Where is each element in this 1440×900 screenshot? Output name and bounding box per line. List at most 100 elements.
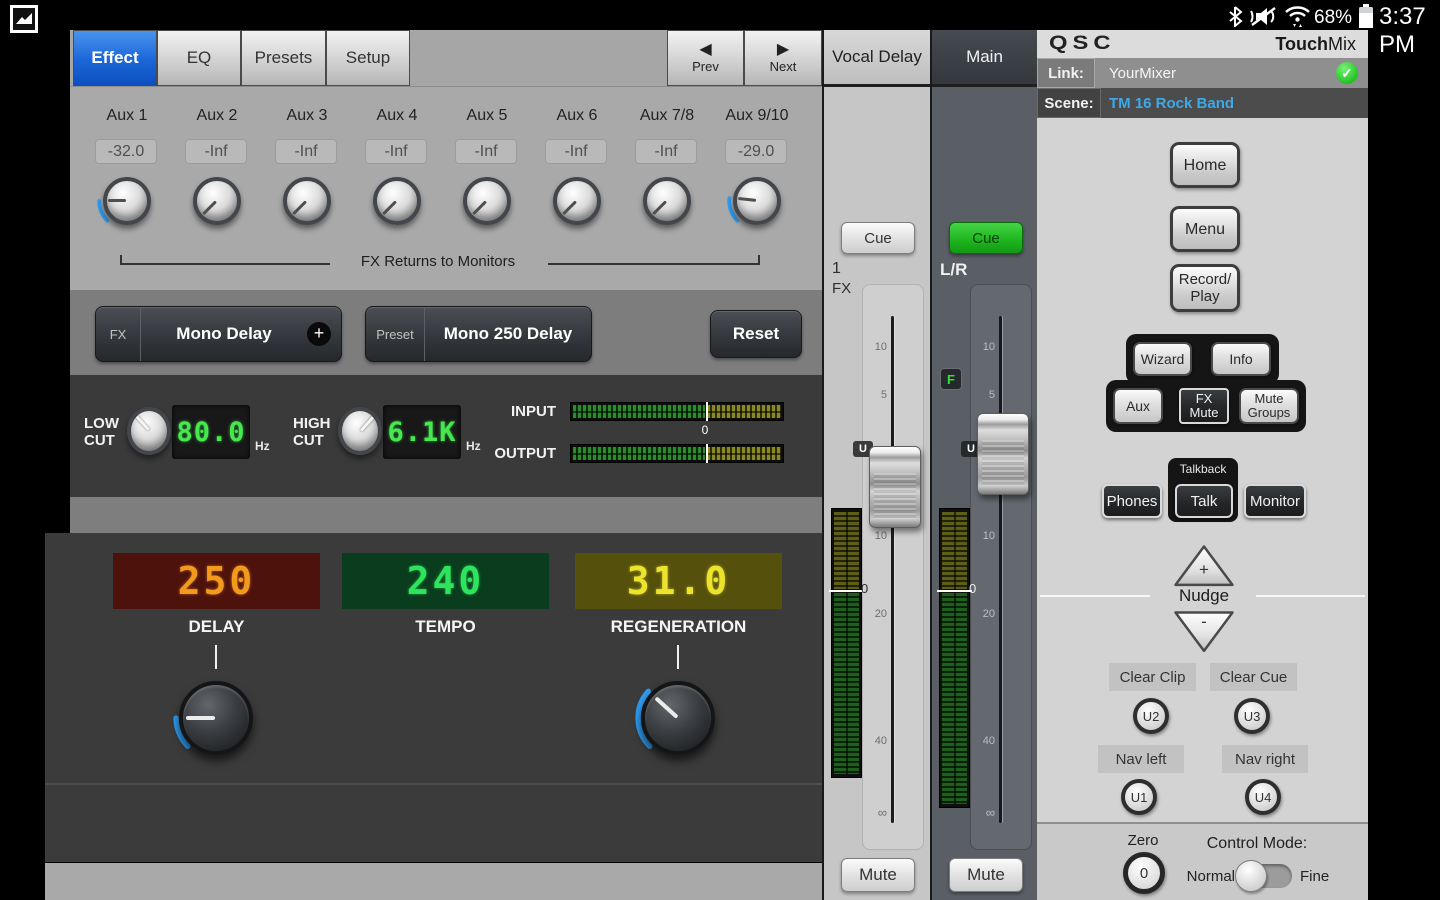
preset-value: Mono 250 Delay <box>425 324 591 344</box>
nudge-down-button[interactable]: - <box>1173 610 1235 652</box>
fx-returns-bracket-right <box>548 255 760 265</box>
main-meter-zero: 0 <box>969 581 976 596</box>
regeneration-label: REGENERATION <box>575 617 782 637</box>
aux-4-value[interactable]: -Inf <box>365 139 427 164</box>
aux-3-value[interactable]: -Inf <box>275 139 337 164</box>
zero-label: Zero <box>1113 832 1173 849</box>
control-mode-toggle[interactable] <box>1238 864 1292 888</box>
fx-return-fader-track[interactable]: 10 5 5 10 20 40 ∞ U <box>862 284 924 850</box>
scale-infinity: ∞ <box>863 805 887 820</box>
aux-2-value[interactable]: -Inf <box>185 139 247 164</box>
touchmix-app: 68% 3:37 PM Effect EQ Presets Setup ◀ Pr… <box>0 0 1440 900</box>
wizard-button[interactable]: Wizard <box>1133 342 1192 376</box>
fx-type-selector[interactable]: FX Mono Delay + <box>95 306 342 362</box>
aux-3-knob[interactable] <box>283 177 331 225</box>
fx-return-fader-cap[interactable] <box>869 446 921 528</box>
fx-type-value: Mono Delay <box>141 324 307 344</box>
fx-return-mute-button[interactable]: Mute <box>841 858 915 892</box>
u1-button[interactable]: U1 <box>1121 779 1157 815</box>
low-cut-knob[interactable] <box>127 407 171 455</box>
scale-20: 20 <box>863 608 887 620</box>
aux-910-knob[interactable] <box>733 177 781 225</box>
prev-arrow-icon: ◀ <box>699 42 711 58</box>
divider-line-right <box>1256 595 1365 597</box>
scene-value: TM 16 Rock Band <box>1109 88 1234 118</box>
regeneration-knob[interactable] <box>641 681 715 755</box>
preset-selector[interactable]: Preset Mono 250 Delay <box>365 306 592 362</box>
prev-button[interactable]: ◀ Prev <box>667 30 744 86</box>
aux-button[interactable]: Aux <box>1113 388 1163 424</box>
aux-4-label: Aux 4 <box>350 107 444 125</box>
tempo-label: TEMPO <box>342 617 549 637</box>
link-label: Link: <box>1037 58 1095 88</box>
scale-infinity: ∞ <box>971 805 995 820</box>
fx-select-bar: FX Mono Delay + Preset Mono 250 Delay Re… <box>70 290 822 375</box>
clear-cue-label: Clear Cue <box>1210 663 1297 691</box>
fx-selector-label: FX <box>96 307 141 361</box>
section-separator <box>70 497 822 533</box>
aux-4-knob[interactable] <box>373 177 421 225</box>
fader-slot <box>999 316 1002 823</box>
high-cut-knob[interactable] <box>338 407 382 455</box>
talk-button[interactable]: Talk <box>1175 484 1233 518</box>
menu-button[interactable]: Menu <box>1170 206 1240 252</box>
aux-1-value[interactable]: -32.0 <box>95 139 157 164</box>
u3-button[interactable]: U3 <box>1234 698 1270 734</box>
control-panel-footer: Zero 0 Control Mode: Normal Fine <box>1037 822 1368 900</box>
monitor-button[interactable]: Monitor <box>1244 484 1306 518</box>
phones-button[interactable]: Phones <box>1102 484 1162 518</box>
record-play-button[interactable]: Record/ Play <box>1170 264 1240 312</box>
main-fader-cap[interactable] <box>977 413 1029 495</box>
preset-selector-label: Preset <box>366 307 425 361</box>
nav-left-label: Nav left <box>1098 745 1184 773</box>
tab-setup[interactable]: Setup <box>326 30 410 86</box>
aux-5-value[interactable]: -Inf <box>455 139 517 164</box>
info-button[interactable]: Info <box>1211 342 1271 376</box>
main-mute-button[interactable]: Mute <box>949 858 1023 892</box>
next-button[interactable]: ▶ Next <box>744 30 822 86</box>
scale-10-bottom: 10 <box>971 530 995 542</box>
main-fader-track[interactable]: 10 5 5 10 20 40 ∞ U <box>970 284 1032 850</box>
home-button[interactable]: Home <box>1170 142 1240 188</box>
aux-1-knob[interactable] <box>103 177 151 225</box>
fx-return-strip-header[interactable]: Vocal Delay <box>824 30 930 87</box>
fx-return-meter-zero: 0 <box>861 581 868 596</box>
aux-6-knob[interactable] <box>553 177 601 225</box>
tab-effect[interactable]: Effect <box>73 30 157 86</box>
tab-presets[interactable]: Presets <box>241 30 326 86</box>
fine-mode-badge[interactable]: F <box>940 368 962 390</box>
u4-button[interactable]: U4 <box>1245 779 1281 815</box>
fx-mute-button[interactable]: FXMute <box>1179 388 1229 424</box>
main-strip: Main Cue L/R F 10 5 5 10 20 40 ∞ U 0 Mut… <box>930 30 1037 900</box>
nudge-up-button[interactable]: + <box>1173 544 1235 586</box>
aux-2-knob[interactable] <box>193 177 241 225</box>
screenshot-notification-icon <box>10 5 38 33</box>
aux-5-knob[interactable] <box>463 177 511 225</box>
aux-sends-panel: Aux 1 -32.0 Aux 2 -Inf Aux 3 -Inf Aux 4 … <box>70 86 822 291</box>
regeneration-knob-tick <box>677 645 679 669</box>
fx-add-icon: + <box>307 322 331 346</box>
bottom-bar <box>45 863 822 900</box>
nudge-plus-icon: + <box>1173 560 1235 580</box>
scene-row[interactable]: Scene: TM 16 Rock Band <box>1037 88 1368 118</box>
mute-groups-button[interactable]: MuteGroups <box>1239 388 1299 424</box>
nudge-minus-icon: - <box>1173 612 1235 632</box>
aux-6-label: Aux 6 <box>530 107 624 125</box>
main-strip-header[interactable]: Main <box>932 30 1037 87</box>
tab-eq[interactable]: EQ <box>157 30 241 86</box>
delay-knob[interactable] <box>179 681 253 755</box>
toggle-knob[interactable] <box>1235 860 1267 892</box>
aux-78-knob[interactable] <box>643 177 691 225</box>
aux-910-value[interactable]: -29.0 <box>725 139 787 164</box>
filter-meter-row: LOW CUT 80.0 Hz HIGH CUT 6.1K Hz INPUT 0… <box>70 375 822 497</box>
fx-return-strip: Vocal Delay Cue 1 FX 10 5 5 10 20 40 ∞ U… <box>822 30 930 900</box>
aux-6-value[interactable]: -Inf <box>545 139 607 164</box>
reset-button[interactable]: Reset <box>710 310 802 358</box>
fx-return-meter <box>831 508 862 778</box>
u2-button[interactable]: U2 <box>1133 698 1169 734</box>
fx-return-cue-button[interactable]: Cue <box>841 222 915 254</box>
main-cue-button[interactable]: Cue <box>949 222 1023 254</box>
aux-78-value[interactable]: -Inf <box>635 139 697 164</box>
link-row[interactable]: Link: YourMixer ✓ <box>1037 58 1368 88</box>
tab-row: Effect EQ Presets Setup ◀ Prev ▶ Next <box>70 30 822 86</box>
